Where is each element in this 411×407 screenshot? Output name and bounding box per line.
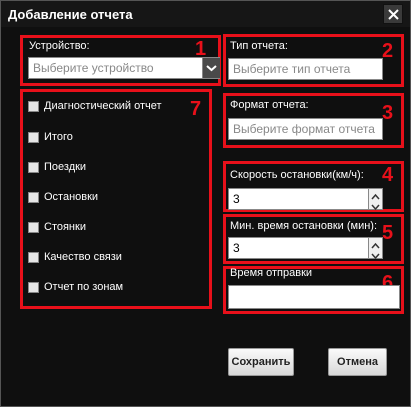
checkbox[interactable] — [28, 101, 39, 112]
stop-speed-decrement[interactable] — [369, 199, 382, 211]
min-stop-time-input[interactable]: 3 — [228, 237, 383, 259]
stop-speed-input[interactable]: 3 — [228, 188, 383, 210]
dialog-title: Добавление отчета — [8, 7, 133, 22]
device-select-placeholder: Выберите устройство — [33, 61, 154, 75]
min-stop-time-label: Мин. время остановки (мин): — [230, 220, 378, 232]
checkbox-label: Стоянки — [44, 221, 86, 233]
chevron-down-icon — [371, 253, 380, 260]
report-format-placeholder: Выберите формат отчета — [233, 122, 375, 136]
min-stop-time-decrement[interactable] — [369, 248, 382, 260]
checkbox[interactable] — [28, 192, 39, 203]
annotation-number-2: 2 — [382, 40, 394, 62]
stop-speed-stepper[interactable] — [368, 189, 382, 211]
device-label: Устройство: — [29, 40, 90, 52]
checkbox-label: Остановки — [44, 191, 99, 203]
checkbox[interactable] — [28, 162, 39, 173]
annotation-number-7: 7 — [190, 98, 202, 120]
dialog-titlebar[interactable]: Добавление отчета — [1, 1, 410, 27]
checkbox[interactable] — [28, 222, 39, 233]
save-button[interactable]: Сохранить — [228, 348, 294, 376]
report-type-label: Тип отчета: — [230, 40, 288, 52]
cancel-button[interactable]: Отмена — [328, 348, 387, 376]
annotation-number-5: 5 — [382, 222, 394, 244]
min-stop-time-increment[interactable] — [369, 238, 382, 249]
device-dropdown-button[interactable] — [202, 58, 220, 78]
checkbox[interactable] — [28, 282, 39, 293]
device-select[interactable]: Выберите устройство — [28, 57, 220, 79]
checkbox[interactable] — [28, 132, 39, 143]
report-type-placeholder: Выберите тип отчета — [233, 62, 351, 76]
annotation-number-3: 3 — [382, 102, 394, 124]
checkbox-label: Итого — [44, 131, 73, 143]
add-report-dialog: Добавление отчета 1 Устройство: Выберите… — [0, 0, 411, 407]
checkbox-label: Качество связи — [44, 251, 122, 263]
stop-speed-increment[interactable] — [369, 189, 382, 200]
min-stop-time-stepper[interactable] — [368, 238, 382, 260]
annotation-number-4: 4 — [382, 164, 394, 186]
send-time-input[interactable] — [228, 285, 400, 309]
chevron-down-icon — [371, 204, 380, 211]
checkbox-label: Поездки — [44, 161, 87, 173]
stop-speed-value: 3 — [233, 192, 240, 206]
checkbox[interactable] — [28, 252, 39, 263]
report-type-select[interactable]: Выберите тип отчета — [228, 58, 383, 80]
stop-speed-label: Скорость остановки(км/ч): — [230, 169, 364, 181]
close-icon — [388, 9, 399, 20]
checkbox-label: Диагностический отчет — [44, 100, 162, 112]
chevron-down-icon — [206, 65, 217, 72]
close-button[interactable] — [383, 4, 403, 24]
send-time-label: Время отправки — [230, 267, 313, 279]
report-format-label: Формат отчета: — [230, 99, 309, 111]
min-stop-time-value: 3 — [233, 241, 240, 255]
report-format-select[interactable]: Выберите формат отчета — [228, 118, 383, 140]
checkbox-label: Отчет по зонам — [44, 281, 124, 293]
